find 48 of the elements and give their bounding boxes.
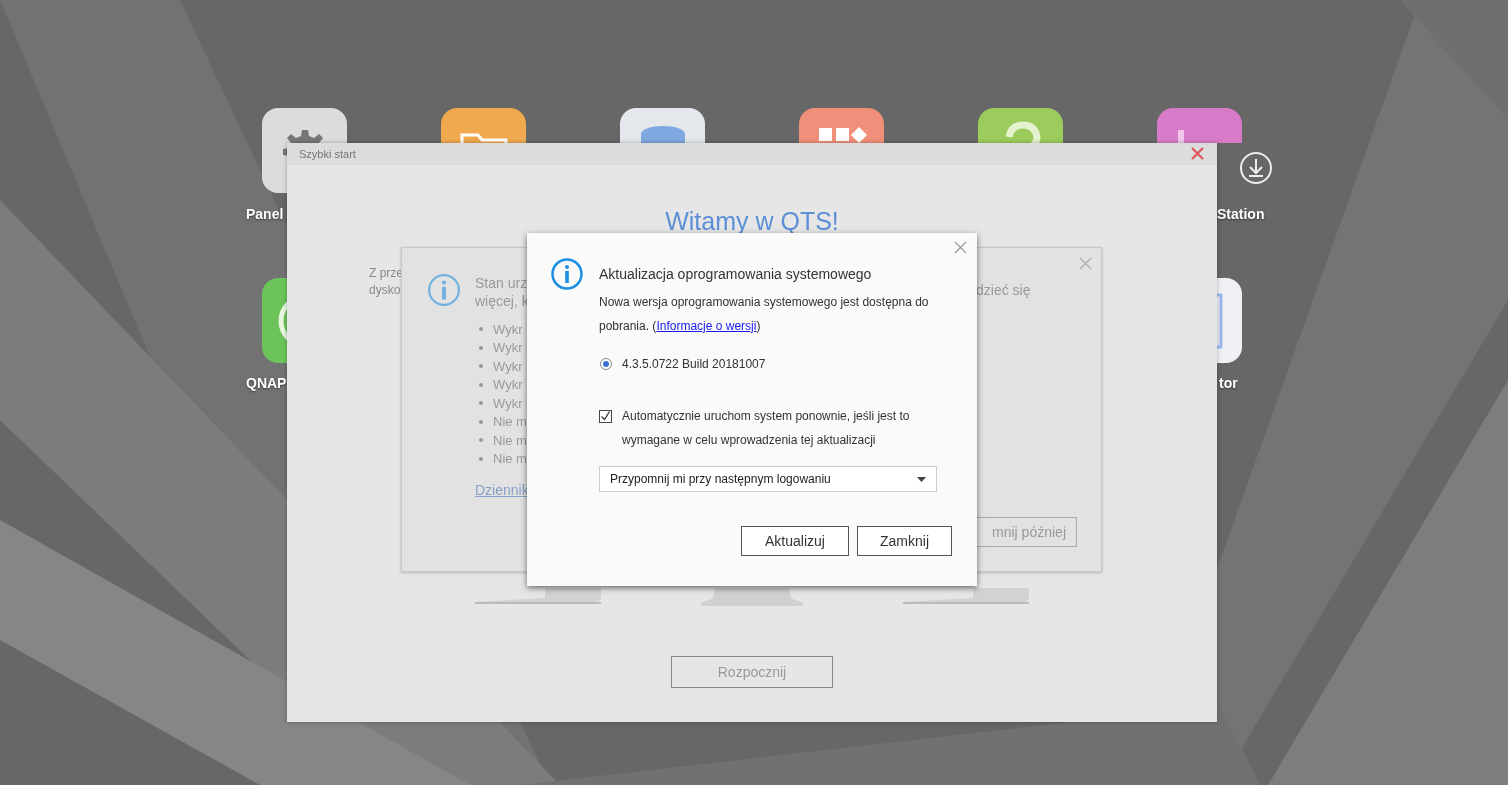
bullet-icon xyxy=(479,327,483,332)
update-button[interactable]: Aktualizuj xyxy=(741,526,849,556)
list-item: Wykr xyxy=(493,358,523,374)
app-tile[interactable] xyxy=(620,108,705,143)
bullet-icon xyxy=(479,364,483,369)
list-item: Nie m xyxy=(493,432,527,448)
version-label: 4.3.5.0722 Build 20181007 xyxy=(622,357,766,371)
version-radio[interactable] xyxy=(600,358,612,370)
app-tile[interactable] xyxy=(262,278,287,363)
list-item: Nie m xyxy=(493,414,527,430)
bullet-icon xyxy=(479,345,483,350)
intro-text: dysko xyxy=(369,282,401,299)
info-icon xyxy=(427,273,461,307)
app-label: Station xyxy=(1217,206,1265,222)
close-dialog-button[interactable]: Zamknij xyxy=(857,526,952,556)
bullet-icon xyxy=(479,456,483,461)
welcome-heading: Witamy w QTS! xyxy=(665,207,839,235)
notice-text: dzieć się xyxy=(976,282,1031,298)
app-tile[interactable] xyxy=(799,108,884,143)
list-item: Wykr xyxy=(493,340,523,356)
restart-checkbox[interactable] xyxy=(599,410,612,423)
app-tile[interactable] xyxy=(978,108,1063,143)
app-tile[interactable] xyxy=(1157,108,1242,143)
app-tile[interactable] xyxy=(441,108,526,143)
info-icon xyxy=(551,258,583,290)
bullet-icon xyxy=(479,382,483,387)
notice-text: Stan urz xyxy=(475,274,528,292)
list-item: Wykr xyxy=(493,377,523,393)
list-item: Wykr xyxy=(493,395,523,411)
app-label: tor xyxy=(1219,375,1238,391)
close-button[interactable] xyxy=(954,241,967,254)
download-icon xyxy=(1239,151,1273,185)
app-label: QNAP xyxy=(246,375,287,391)
release-notes-link[interactable]: Informacje o wersji xyxy=(656,319,757,333)
bullet-icon xyxy=(479,438,483,443)
list-item: Wykr xyxy=(493,321,523,337)
bullet-icon xyxy=(479,419,483,424)
update-message: Nowa wersja oprogramowania systemowego jest dostępna do pobrania. (Informacje o wersji) xyxy=(599,294,930,335)
app-label: Panel xyxy=(246,206,284,222)
close-button[interactable] xyxy=(1191,147,1205,161)
window-title: Szybki start xyxy=(299,148,356,160)
restart-label: Automatycznie uruchom system ponownie, jeśli jest to wymagane w celu wprowadzenia tej aktualizacji xyxy=(622,408,911,449)
dialog-title: Aktualizacja oprogramowania systemowego xyxy=(599,266,872,282)
list-item: Nie m xyxy=(493,451,527,467)
bullet-icon xyxy=(479,401,483,406)
app-tile[interactable] xyxy=(1217,278,1242,363)
reminder-select[interactable]: Przypomnij mi przy następnym logowaniu xyxy=(599,466,937,492)
caret-icon xyxy=(917,476,926,482)
